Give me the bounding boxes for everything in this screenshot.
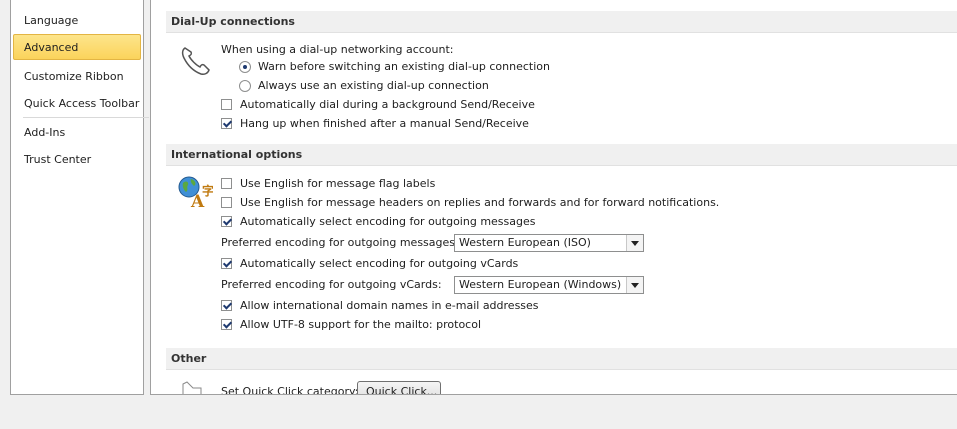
quick-click-category-label: Set Quick Click category: xyxy=(221,385,359,395)
checkbox-allow-idn[interactable] xyxy=(221,300,232,311)
nav-item-customize-ribbon[interactable]: Customize Ribbon xyxy=(24,68,124,86)
nav-item-add-ins[interactable]: Add-Ins xyxy=(24,124,65,142)
nav-item-advanced[interactable]: Advanced xyxy=(13,34,141,60)
checkbox-hang-up[interactable] xyxy=(221,118,232,129)
section-header-dialup: Dial-Up connections xyxy=(166,11,957,33)
checkbox-hang-up-label[interactable]: Hang up when finished after a manual Sen… xyxy=(240,116,529,132)
nav-separator xyxy=(23,117,149,118)
radio-always-use-existing-label[interactable]: Always use an existing dial-up connectio… xyxy=(258,78,489,94)
advanced-options-panel: Dial-Up connections When using a dial-up… xyxy=(150,0,957,395)
quick-click-category-icon xyxy=(182,381,202,394)
svg-text:字: 字 xyxy=(202,183,213,198)
checkbox-english-message-headers-label[interactable]: Use English for message headers on repli… xyxy=(240,195,719,211)
checkbox-allow-idn-label[interactable]: Allow international domain names in e-ma… xyxy=(240,298,539,314)
telephone-icon xyxy=(181,47,210,75)
preferred-encoding-vcards-label: Preferred encoding for outgoing vCards: xyxy=(221,278,442,291)
checkbox-auto-dial-label[interactable]: Automatically dial during a background S… xyxy=(240,97,535,113)
preferred-encoding-vcards-value: Western European (Windows) xyxy=(459,278,622,291)
checkbox-auto-dial[interactable] xyxy=(221,99,232,110)
quick-click-button[interactable]: Quick Click... xyxy=(357,381,441,394)
radio-always-use-existing[interactable] xyxy=(239,80,251,92)
checkbox-english-flag-labels-label[interactable]: Use English for message flag labels xyxy=(240,176,435,192)
checkbox-allow-utf8-mailto-label[interactable]: Allow UTF-8 support for the mailto: prot… xyxy=(240,317,481,333)
radio-warn-switching[interactable] xyxy=(239,61,251,73)
preferred-encoding-vcards-select[interactable]: Western European (Windows) xyxy=(454,276,644,294)
checkbox-auto-encoding-vcards-label[interactable]: Automatically select encoding for outgoi… xyxy=(240,256,518,272)
preferred-encoding-messages-select[interactable]: Western European (ISO) xyxy=(454,234,644,252)
international-globe-icon: A 字 xyxy=(178,176,213,209)
nav-item-quick-access-toolbar[interactable]: Quick Access Toolbar xyxy=(24,95,139,113)
checkbox-english-flag-labels[interactable] xyxy=(221,178,232,189)
preferred-encoding-messages-value: Western European (ISO) xyxy=(459,236,591,249)
section-header-international: International options xyxy=(166,144,957,166)
checkbox-auto-encoding-vcards[interactable] xyxy=(221,258,232,269)
chevron-down-icon[interactable] xyxy=(626,277,643,293)
preferred-encoding-messages-label: Preferred encoding for outgoing messages… xyxy=(221,236,459,249)
chevron-down-icon[interactable] xyxy=(626,235,643,251)
nav-item-language[interactable]: Language xyxy=(24,12,78,30)
checkbox-allow-utf8-mailto[interactable] xyxy=(221,319,232,330)
dialup-intro-label: When using a dial-up networking account: xyxy=(221,43,454,56)
checkbox-auto-encoding-messages[interactable] xyxy=(221,216,232,227)
checkbox-auto-encoding-messages-label[interactable]: Automatically select encoding for outgoi… xyxy=(240,214,535,230)
checkbox-english-message-headers[interactable] xyxy=(221,197,232,208)
section-header-other: Other xyxy=(166,348,957,370)
radio-warn-switching-label[interactable]: Warn before switching an existing dial-u… xyxy=(258,59,550,75)
nav-item-trust-center[interactable]: Trust Center xyxy=(24,151,91,169)
options-nav: Language Advanced Customize Ribbon Quick… xyxy=(10,0,149,395)
